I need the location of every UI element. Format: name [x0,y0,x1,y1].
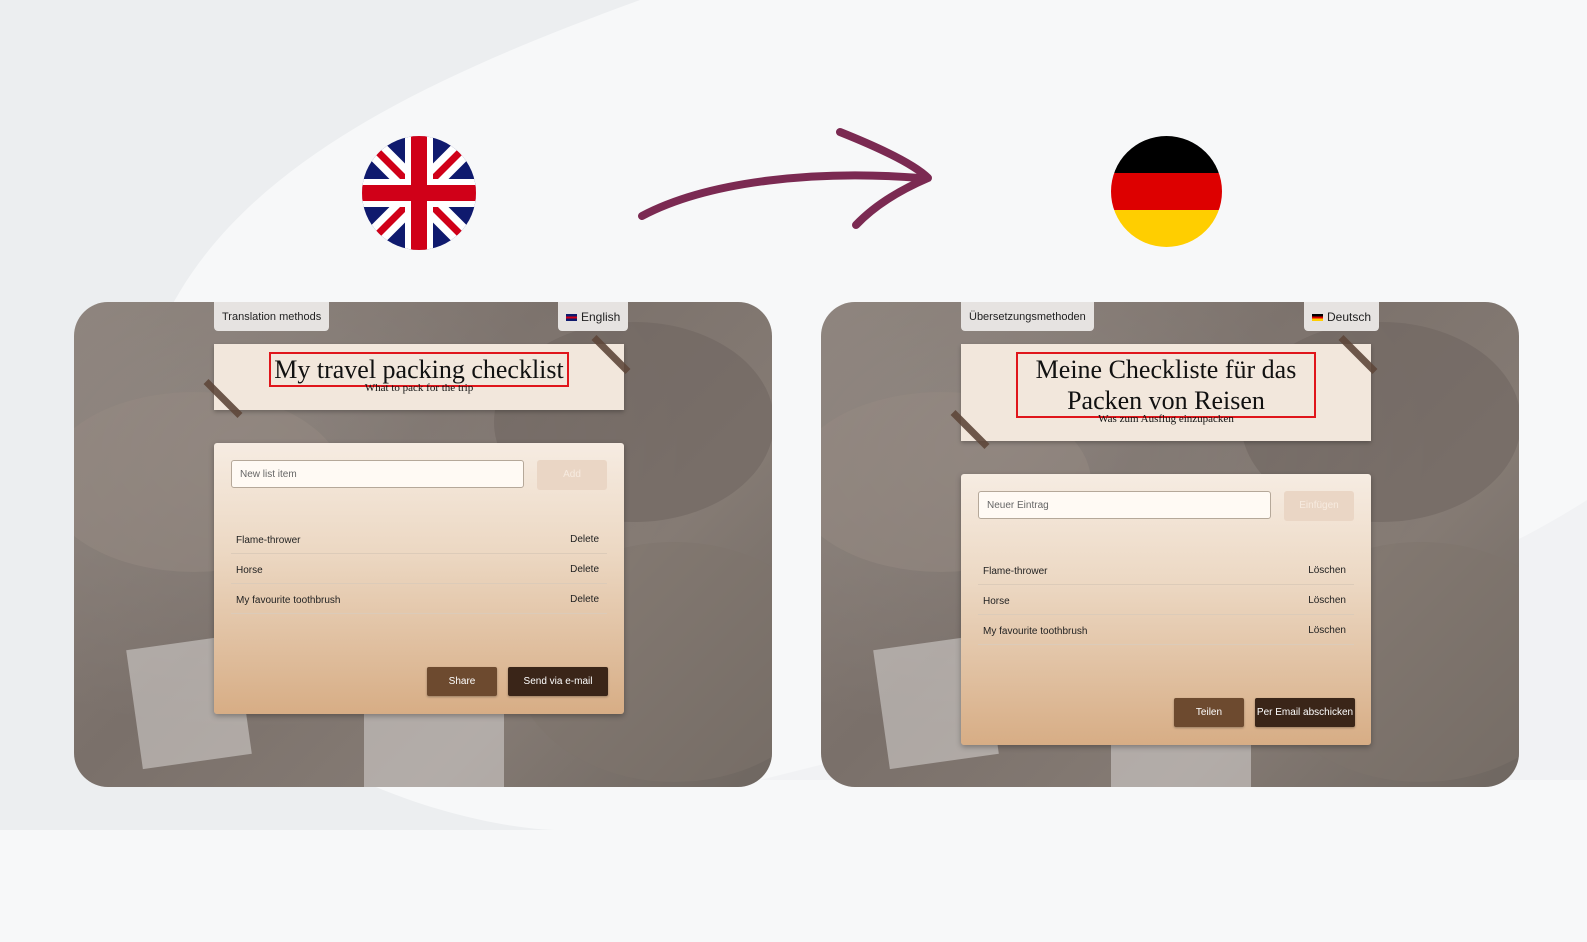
add-button[interactable]: Einfügen [1284,491,1354,521]
delete-button[interactable]: Delete [570,564,599,575]
translation-methods-tab[interactable]: Übersetzungsmethoden [961,302,1094,331]
new-item-input[interactable]: New list item [231,460,524,488]
delete-button[interactable]: Löschen [1308,595,1346,606]
send-email-button[interactable]: Per Email abschicken [1255,698,1355,727]
list-item: Horse Löschen [978,585,1354,615]
list-item-name: Horse [983,596,1010,607]
language-label: English [581,310,621,324]
list-item-name: Flame-thrower [983,566,1048,577]
checklist-items: Flame-thrower Löschen Horse Löschen My f… [978,555,1354,645]
share-button[interactable]: Teilen [1174,698,1244,727]
send-email-button[interactable]: Send via e-mail [508,667,608,696]
german-app-screenshot: Übersetzungsmethoden Deutsch Meine Check… [821,302,1519,787]
delete-button[interactable]: Löschen [1308,625,1346,636]
delete-button[interactable]: Delete [570,594,599,605]
list-item: Flame-thrower Löschen [978,555,1354,585]
uk-flag-icon [362,136,476,250]
list-item-name: My favourite toothbrush [236,595,341,606]
translation-methods-label: Translation methods [222,311,322,323]
list-item-name: My favourite toothbrush [983,626,1088,637]
checklist-items: Flame-thrower Delete Horse Delete My fav… [231,524,607,614]
language-label: Deutsch [1327,310,1372,324]
title-card: Meine Checkliste für das Packen von Reis… [961,344,1371,441]
list-item: Horse Delete [231,554,607,584]
new-item-input[interactable]: Neuer Eintrag [978,491,1271,519]
translation-methods-label: Übersetzungsmethoden [969,311,1086,323]
add-button[interactable]: Add [537,460,607,490]
delete-button[interactable]: Delete [570,534,599,545]
page-title: Meine Checkliste für das Packen von Reis… [1016,352,1316,418]
checklist-card: New list item Add Flame-thrower Delete H… [214,443,624,714]
arrow-right-icon [638,128,932,229]
share-button[interactable]: Share [427,667,497,696]
uk-mini-flag-icon [566,314,577,321]
germany-flag-icon [1111,136,1222,247]
title-card: My travel packing checklist What to pack… [214,344,624,410]
list-item: My favourite toothbrush Delete [231,584,607,614]
language-selector[interactable]: English [558,302,629,331]
language-selector[interactable]: Deutsch [1304,302,1380,331]
translation-methods-tab[interactable]: Translation methods [214,302,330,331]
list-item: My favourite toothbrush Löschen [978,615,1354,645]
list-item-name: Horse [236,565,263,576]
checklist-card: Neuer Eintrag Einfügen Flame-thrower Lös… [961,474,1371,745]
list-item-name: Flame-thrower [236,535,301,546]
germany-mini-flag-icon [1312,314,1323,321]
list-item: Flame-thrower Delete [231,524,607,554]
english-app-screenshot: Translation methods English My travel pa… [74,302,772,787]
delete-button[interactable]: Löschen [1308,565,1346,576]
